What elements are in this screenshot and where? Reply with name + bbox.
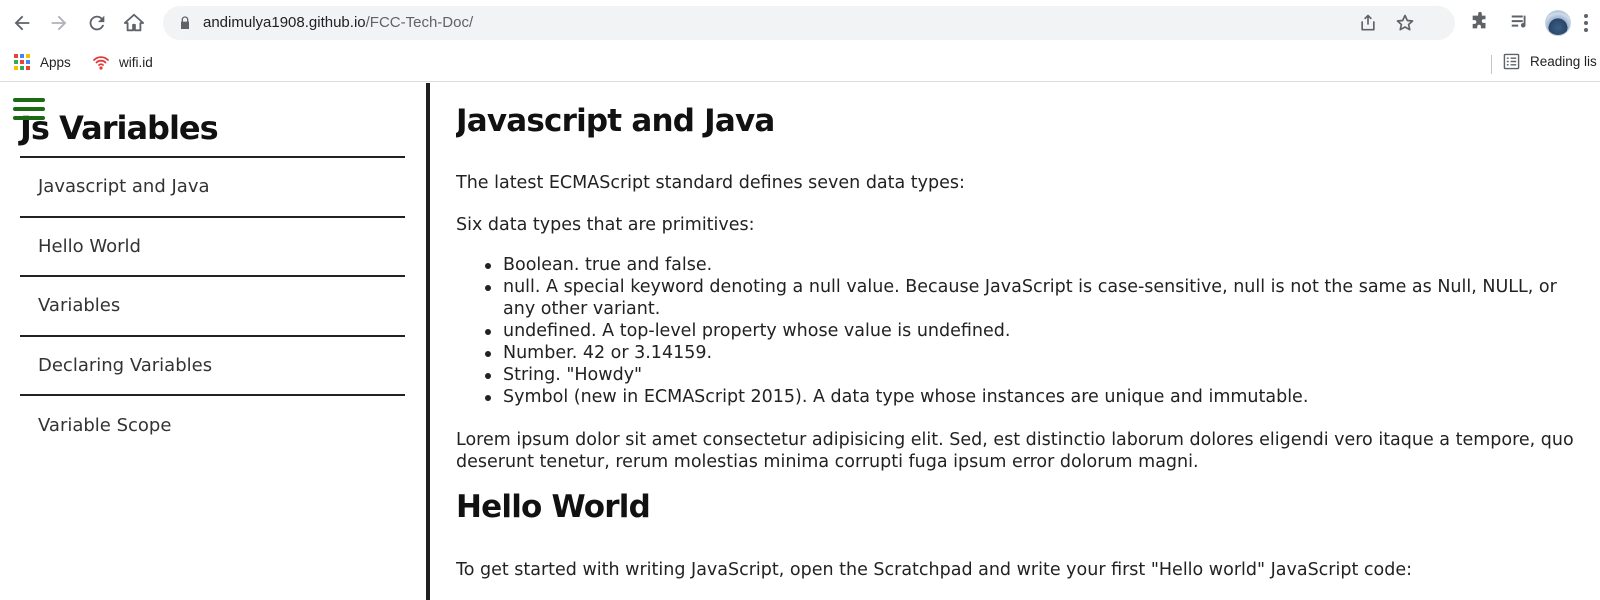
reading-list-button[interactable]: Reading lis (1503, 53, 1597, 70)
lorem-paragraph: Lorem ipsum dolor sit amet consectetur a… (456, 430, 1574, 472)
forward-button[interactable] (45, 9, 73, 37)
section-intro-paragraph: The latest ECMAScript standard defines s… (456, 173, 965, 193)
list-item: Symbol (new in ECMAScript 2015). A data … (485, 386, 1581, 408)
url-path: /FCC-Tech-Doc/ (365, 14, 474, 31)
reload-icon (89, 15, 105, 31)
list-item: String. "Howdy" (485, 364, 1581, 386)
more-menu-icon[interactable] (1583, 12, 1589, 34)
share-icon[interactable] (1358, 13, 1378, 33)
bookmarks-bar: Apps wifi.id Reading lis (0, 46, 1600, 82)
sidebar-item-variable-scope[interactable]: Variable Scope (20, 396, 405, 456)
home-button[interactable] (120, 9, 148, 37)
list-item: Boolean. true and false. (485, 254, 1581, 276)
profile-avatar[interactable] (1545, 10, 1571, 36)
list-item: null. A special keyword denoting a null … (485, 276, 1581, 320)
sidebar-item-javascript-and-java[interactable]: Javascript and Java (20, 158, 405, 218)
address-bar[interactable]: andimulya1908.github.io/FCC-Tech-Doc/ (163, 6, 1455, 40)
hello-world-intro-paragraph: To get started with writing JavaScript, … (456, 560, 1412, 580)
reading-list-label: Reading lis (1530, 54, 1597, 69)
hamburger-menu-icon[interactable] (13, 98, 45, 123)
list-item: Number. 42 or 3.14159. (485, 342, 1581, 364)
wifi-icon (93, 56, 109, 70)
back-button[interactable] (8, 9, 36, 37)
arrow-left-icon (14, 15, 30, 31)
bookmark-apps-label: Apps (40, 54, 71, 70)
sidebar-nav-list: Javascript and Java Hello World Variable… (20, 156, 405, 456)
extensions-icon[interactable] (1469, 11, 1491, 33)
browser-toolbar: andimulya1908.github.io/FCC-Tech-Doc/ (0, 0, 1600, 46)
sidebar-title: Js Variables (20, 109, 219, 147)
web-page: Js Variables Javascript and Java Hello W… (0, 83, 1600, 600)
lock-icon[interactable] (177, 15, 193, 31)
main-doc: Javascript and Java The latest ECMAScrip… (456, 83, 1596, 600)
url-text[interactable]: andimulya1908.github.io/FCC-Tech-Doc/ (203, 14, 473, 32)
list-item: undefined. A top-level property whose va… (485, 320, 1581, 342)
sidebar-item-hello-world[interactable]: Hello World (20, 218, 405, 277)
section-heading-javascript-and-java: Javascript and Java (456, 103, 775, 139)
star-icon[interactable] (1395, 13, 1415, 33)
data-types-list: Boolean. true and false. null. A special… (456, 254, 1581, 408)
primitives-paragraph: Six data types that are primitives: (456, 215, 755, 235)
arrow-right-icon (51, 15, 67, 31)
bookmark-wifi-label: wifi.id (119, 54, 153, 70)
media-queue-icon[interactable] (1509, 11, 1531, 33)
sidebar-item-variables[interactable]: Variables (20, 277, 405, 337)
apps-grid-icon (14, 54, 30, 70)
reload-button[interactable] (83, 9, 111, 37)
navbar: Js Variables Javascript and Java Hello W… (0, 83, 430, 600)
bookmark-apps[interactable]: Apps (13, 53, 71, 71)
section-heading-hello-world: Hello World (456, 489, 651, 525)
bookmark-wifi-id[interactable]: wifi.id (92, 53, 153, 71)
bookmarks-divider (1491, 55, 1492, 74)
url-host: andimulya1908.github.io (203, 14, 366, 31)
reading-list-icon (1503, 53, 1520, 70)
sidebar-item-declaring-variables[interactable]: Declaring Variables (20, 337, 405, 396)
home-icon (123, 13, 145, 32)
